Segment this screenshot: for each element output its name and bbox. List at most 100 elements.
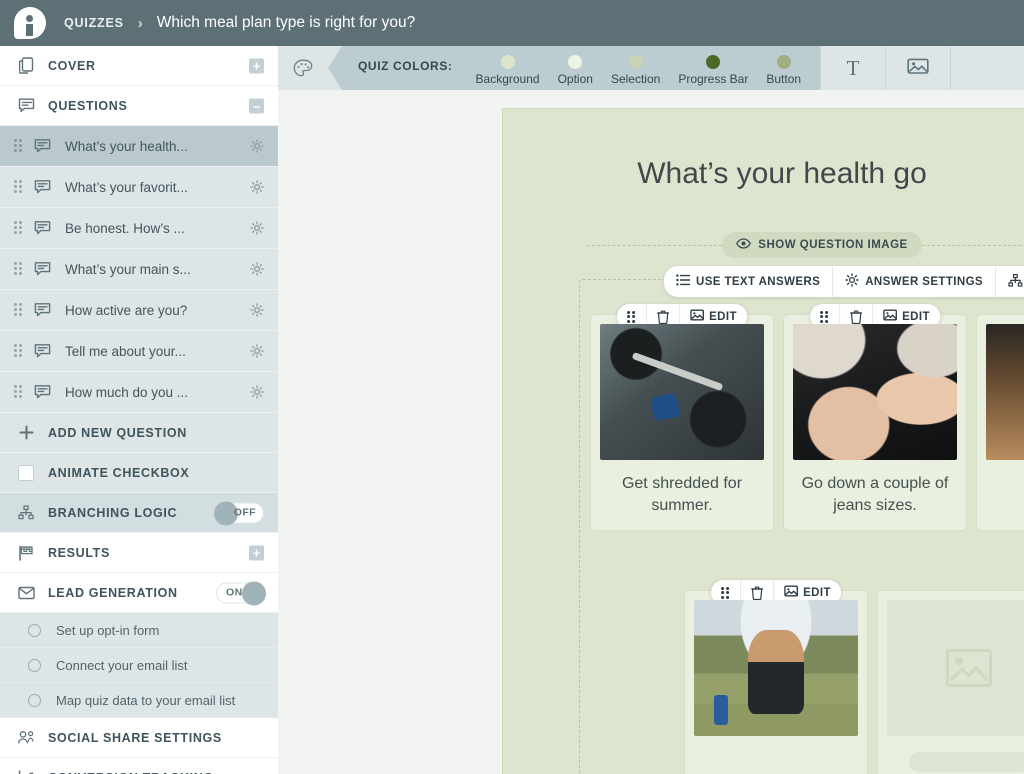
quiz-question-title[interactable]: What’s your health go	[503, 157, 1024, 191]
sidebar-question-item[interactable]: How much do you ...	[0, 372, 278, 413]
drag-handle-icon[interactable]	[14, 303, 24, 317]
image-placeholder-icon	[887, 600, 1024, 736]
step-radio-icon[interactable]	[28, 694, 41, 707]
answer-card[interactable]: EDIT Get shredded for summer.	[590, 314, 774, 531]
sidebar-question-item[interactable]: What’s your main s...	[0, 249, 278, 290]
answer-settings-button[interactable]: ANSWER SETTINGS	[833, 266, 996, 297]
branching-logic-toggle[interactable]: OFF	[216, 502, 264, 523]
drag-handle-icon[interactable]	[14, 262, 24, 276]
sidebar-question-item[interactable]: Be honest. How’s ...	[0, 208, 278, 249]
chart-line-icon	[16, 770, 36, 774]
gear-icon[interactable]	[250, 303, 264, 317]
sidebar-item-conversion-tracking[interactable]: CONVERSION TRACKING	[0, 758, 278, 774]
gear-icon[interactable]	[250, 262, 264, 276]
quiz-color-name: Progress Bar	[678, 72, 748, 86]
interact-logo-icon[interactable]	[14, 7, 46, 39]
answer-card-label[interactable]: Get shredded for summer.	[600, 473, 764, 516]
gear-icon[interactable]	[250, 344, 264, 358]
text-tool-button[interactable]: T	[821, 46, 885, 90]
answer-card[interactable]: EDIT	[684, 590, 868, 774]
quiz-color-swatch[interactable]: Option	[558, 55, 593, 86]
add-new-question-label: ADD NEW QUESTION	[48, 426, 187, 440]
color-dot	[568, 55, 582, 69]
card-edit-label: EDIT	[902, 311, 930, 323]
sidebar-question-item[interactable]: How active are you?	[0, 290, 278, 331]
answer-card-row-2: EDIT	[684, 590, 1024, 774]
quiz-colors-group: QUIZ COLORS: BackgroundOptionSelectionPr…	[328, 46, 820, 90]
edit-results-button[interactable]: EDIT RES	[996, 266, 1024, 297]
quiz-color-swatch[interactable]: Progress Bar	[678, 55, 748, 86]
drag-handle-icon[interactable]	[14, 385, 24, 399]
sidebar-question-label: How much do you ...	[65, 385, 188, 400]
app-root: QUIZZES › Which meal plan type is right …	[0, 0, 1024, 774]
answer-card-placeholder[interactable]	[877, 590, 1024, 774]
speech-bubble-icon	[34, 261, 51, 277]
answer-card-image	[694, 600, 858, 736]
answer-card[interactable]	[976, 314, 1024, 531]
step-radio-icon[interactable]	[28, 659, 41, 672]
gear-icon[interactable]	[250, 385, 264, 399]
quiz-color-swatch[interactable]: Background	[476, 55, 540, 86]
breadcrumb-quizzes[interactable]: QUIZZES	[64, 16, 124, 30]
gear-icon[interactable]	[250, 139, 264, 153]
quiz-color-swatch[interactable]: Button	[766, 55, 801, 86]
animate-checkbox-input[interactable]	[16, 465, 36, 481]
drag-handle-icon[interactable]	[14, 180, 24, 194]
sidebar-questions-label: QUESTIONS	[48, 99, 127, 113]
sidebar-item-cover[interactable]: COVER +	[0, 46, 278, 86]
lead-generation-toggle[interactable]: ON	[216, 582, 264, 603]
sidebar-results-label: RESULTS	[48, 546, 110, 560]
branching-logic-label: BRANCHING LOGIC	[48, 506, 177, 520]
sidebar-question-item[interactable]: What’s your favorit...	[0, 167, 278, 208]
sidebar-item-lead-generation[interactable]: LEAD GENERATION ON	[0, 573, 278, 613]
add-cover-button[interactable]: +	[249, 58, 264, 73]
lead-generation-step[interactable]: Map quiz data to your email list	[0, 683, 278, 718]
add-result-button[interactable]: +	[249, 545, 264, 560]
answer-settings-label: ANSWER SETTINGS	[865, 276, 983, 288]
sidebar-question-label: Tell me about your...	[65, 344, 186, 359]
eye-icon	[736, 238, 751, 252]
collapse-questions-button[interactable]: –	[249, 98, 264, 113]
speech-bubble-icon	[34, 220, 51, 236]
image-icon	[784, 585, 798, 600]
list-icon	[676, 274, 690, 289]
speech-bubble-icon	[34, 179, 51, 195]
show-question-image-button[interactable]: SHOW QUESTION IMAGE	[722, 232, 921, 258]
gear-icon[interactable]	[250, 180, 264, 194]
sidebar-item-social-share-settings[interactable]: SOCIAL SHARE SETTINGS	[0, 718, 278, 758]
answers-zone: USE TEXT ANSWERS ANSWER SETTINGS EDIT RE…	[579, 279, 1024, 774]
animate-checkbox-label: ANIMATE CHECKBOX	[48, 466, 189, 480]
answer-settings-bar: USE TEXT ANSWERS ANSWER SETTINGS EDIT RE…	[664, 266, 1024, 297]
answer-card-label[interactable]: Go down a couple of jeans sizes.	[793, 473, 957, 516]
add-new-question-button[interactable]: ADD NEW QUESTION	[0, 413, 278, 453]
branching-logic-row[interactable]: BRANCHING LOGIC OFF	[0, 493, 278, 533]
quiz-color-swatch[interactable]: Selection	[611, 55, 660, 86]
lead-generation-step[interactable]: Set up opt-in form	[0, 613, 278, 648]
answer-card[interactable]: EDIT Go down a couple of jeans sizes.	[783, 314, 967, 531]
gear-icon[interactable]	[250, 221, 264, 235]
drag-handle-icon[interactable]	[14, 139, 24, 153]
text-tool-label: T	[847, 56, 860, 81]
color-dot	[706, 55, 720, 69]
speech-bubble-icon	[34, 384, 51, 400]
sidebar-question-label: What’s your main s...	[65, 262, 191, 277]
branching-logic-state: OFF	[234, 507, 256, 519]
step-radio-icon[interactable]	[28, 624, 41, 637]
divider-right	[922, 245, 1024, 246]
use-text-answers-button[interactable]: USE TEXT ANSWERS	[664, 266, 833, 297]
drag-handle-icon[interactable]	[14, 221, 24, 235]
envelope-icon	[16, 586, 36, 600]
drag-handle-icon[interactable]	[14, 344, 24, 358]
color-dot	[629, 55, 643, 69]
sidebar-item-questions[interactable]: QUESTIONS –	[0, 86, 278, 126]
sidebar-question-label: What’s your favorit...	[65, 180, 188, 195]
sidebar-item-results[interactable]: RESULTS +	[0, 533, 278, 573]
palette-icon[interactable]	[278, 46, 328, 90]
sidebar-question-item[interactable]: Tell me about your...	[0, 331, 278, 372]
lead-generation-step[interactable]: Connect your email list	[0, 648, 278, 683]
sidebar-question-item[interactable]: What’s your health...	[0, 126, 278, 167]
question-list: What’s your health... What’s your favorit…	[0, 126, 278, 413]
image-tool-button[interactable]	[886, 46, 950, 90]
animate-checkbox-row[interactable]: ANIMATE CHECKBOX	[0, 453, 278, 493]
quiz-color-name: Button	[766, 72, 801, 86]
